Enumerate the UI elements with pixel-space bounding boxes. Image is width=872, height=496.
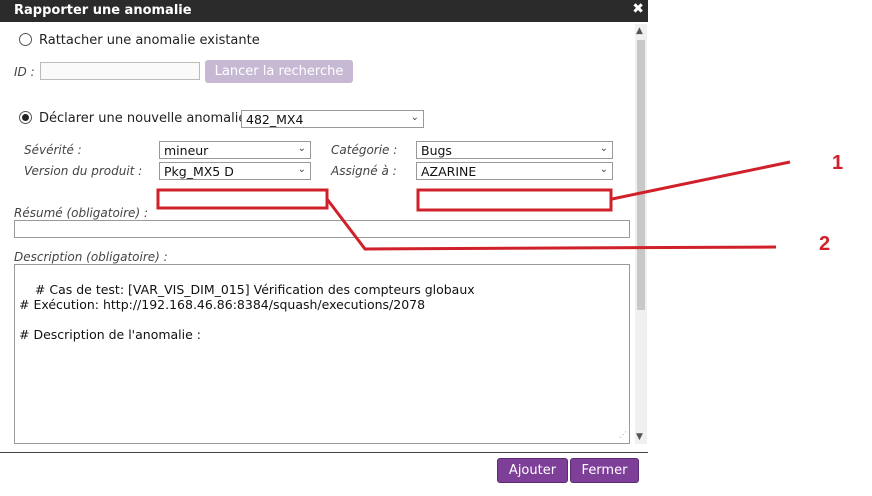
annotation-line-2 bbox=[325, 198, 777, 251]
highlight-box-1 bbox=[416, 188, 613, 212]
annotation-marker-2: 2 bbox=[819, 233, 831, 255]
annotation-overlay bbox=[156, 160, 791, 251]
annotation-marker-1: 1 bbox=[832, 152, 844, 174]
highlight-box-2 bbox=[156, 188, 329, 210]
annotation-line-1 bbox=[611, 160, 791, 201]
